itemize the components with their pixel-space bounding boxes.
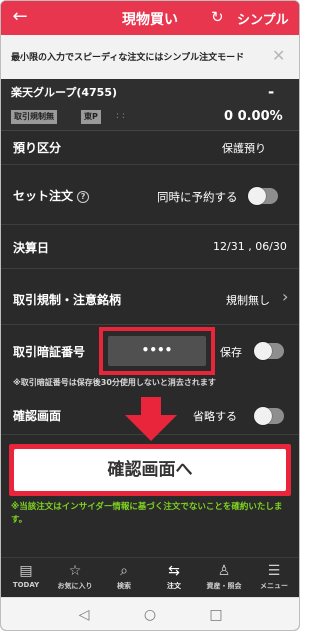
price-change: 0 0.00% bbox=[224, 109, 283, 124]
restriction-row[interactable]: 取引規制・注意銘柄 規制無し › bbox=[1, 269, 299, 325]
pin-note: ※取引暗証番号は保存後30分使用しないと消去されます bbox=[13, 378, 216, 387]
nav-recents-icon[interactable]: □ bbox=[206, 606, 226, 624]
settlement-value: 12/31 , 06/30 bbox=[213, 240, 287, 253]
down-arrow-icon bbox=[125, 397, 177, 441]
help-icon[interactable]: ? bbox=[77, 191, 90, 203]
market-badge: 東P bbox=[81, 110, 101, 124]
confirm-screen-label: 確認画面 bbox=[13, 409, 62, 423]
deposit-label: 預り区分 bbox=[13, 141, 62, 155]
tab-label: 検索 bbox=[117, 582, 131, 590]
nav-home-icon[interactable]: ○ bbox=[140, 606, 160, 624]
restriction-badge: 取引規制無 bbox=[11, 110, 57, 124]
search-icon: ⌕ bbox=[120, 563, 128, 579]
pin-label: 取引暗証番号 bbox=[13, 345, 86, 359]
insider-disclaimer: ※当該注文はインサイダー情報に基づく注文でないことを確約いたします。 bbox=[11, 502, 283, 525]
refresh-icon[interactable]: ↻ bbox=[211, 7, 224, 27]
tab-label: TODAY bbox=[12, 581, 40, 589]
person-icon: ♙ bbox=[217, 563, 231, 579]
pin-input[interactable]: •••• bbox=[108, 336, 206, 366]
app-screen: ← 現物買い ↻ シンプル 最小限の入力でスピーディな注文にはシンプル注文モード… bbox=[0, 0, 300, 631]
set-order-toggle[interactable] bbox=[248, 187, 278, 205]
stock-price: - bbox=[268, 83, 275, 101]
tab-today[interactable]: ▤ TODAY bbox=[2, 562, 50, 589]
confirm-button[interactable]: 確認画面へ bbox=[14, 449, 286, 491]
set-order-label: セット注文? bbox=[13, 187, 90, 204]
confirm-screen-value: 省略する bbox=[193, 410, 237, 423]
android-nav-bar: ◁ ○ □ bbox=[1, 597, 299, 630]
nav-back-icon[interactable]: ◁ bbox=[74, 606, 94, 624]
today-icon: ▤ bbox=[19, 563, 33, 579]
deposit-row: 預り区分 保護預り bbox=[1, 131, 299, 165]
tab-label: 注文 bbox=[167, 582, 181, 590]
tab-favorites[interactable]: ☆ お気に入り bbox=[51, 562, 99, 591]
tab-label: メニュー bbox=[260, 582, 288, 590]
chevron-right-icon: › bbox=[282, 287, 289, 306]
star-icon: ☆ bbox=[68, 563, 82, 579]
set-order-row: セット注文? 同時に予約する bbox=[1, 165, 299, 225]
simple-mode-notice[interactable]: 最小限の入力でスピーディな注文にはシンプル注文モード ✕ bbox=[1, 35, 299, 79]
order-icon: ⇆ bbox=[168, 563, 180, 579]
confirm-button-highlight: 確認画面へ bbox=[9, 444, 291, 496]
restriction-value: 規制無し bbox=[226, 294, 270, 307]
tab-label: お気に入り bbox=[57, 582, 93, 590]
stock-name: 楽天グループ(4755) bbox=[11, 86, 118, 99]
bottom-tab-bar: ▤ TODAY ☆ お気に入り ⌕ 検索 ⇆ 注文 ♙ 資産・照会 ☰ メニュー bbox=[1, 557, 299, 597]
tab-order[interactable]: ⇆ 注文 bbox=[150, 562, 198, 591]
notice-text: 最小限の入力でスピーディな注文にはシンプル注文モード bbox=[11, 53, 245, 63]
settlement-row: 決算日 12/31 , 06/30 bbox=[1, 225, 299, 269]
tab-label: 資産・照会 bbox=[206, 582, 242, 590]
price-time: : : bbox=[116, 111, 125, 121]
close-icon[interactable]: ✕ bbox=[272, 46, 285, 65]
simple-mode-button[interactable]: シンプル bbox=[237, 9, 289, 28]
settlement-label: 決算日 bbox=[13, 241, 50, 255]
tab-assets[interactable]: ♙ 資産・照会 bbox=[200, 562, 248, 591]
stock-summary: 楽天グループ(4755) - 取引規制無 東P : : 0 0.00% bbox=[1, 79, 299, 131]
menu-icon: ☰ bbox=[267, 563, 281, 579]
save-pin-toggle[interactable] bbox=[254, 342, 284, 360]
set-order-label-text: セット注文 bbox=[13, 189, 74, 203]
tab-menu[interactable]: ☰ メニュー bbox=[250, 562, 298, 591]
tab-search[interactable]: ⌕ 検索 bbox=[100, 562, 148, 591]
skip-confirm-toggle[interactable] bbox=[254, 407, 284, 425]
header-bar: ← 現物買い ↻ シンプル bbox=[1, 1, 299, 35]
save-label: 保存 bbox=[220, 346, 242, 359]
restriction-label: 取引規制・注意銘柄 bbox=[13, 293, 122, 307]
deposit-value: 保護預り bbox=[222, 142, 266, 155]
set-order-value: 同時に予約する bbox=[157, 190, 238, 204]
pin-input-highlight: •••• bbox=[99, 327, 215, 375]
